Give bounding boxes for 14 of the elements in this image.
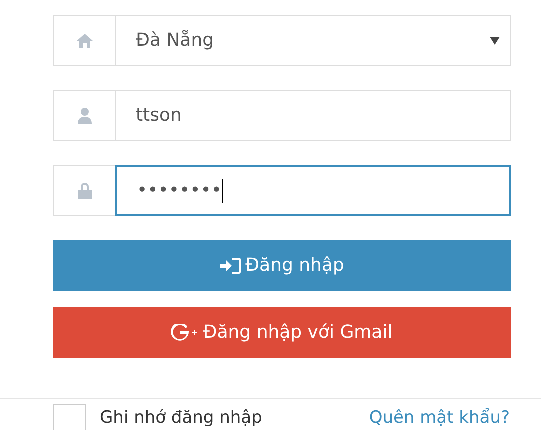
remember-checkbox[interactable] (53, 404, 86, 430)
sign-in-icon (220, 256, 242, 274)
google-plus-icon (171, 324, 200, 342)
password-field[interactable]: •••••••• (115, 165, 511, 216)
home-icon (76, 32, 94, 48)
forgot-password-link[interactable]: Quên mật khẩu? (369, 406, 510, 430)
remember-label: Ghi nhớ đăng nhập (100, 406, 262, 430)
lock-icon (76, 182, 92, 199)
city-select[interactable]: Đà Nẵng (115, 15, 511, 66)
username-field[interactable]: ttson (115, 90, 511, 141)
user-icon (76, 107, 92, 124)
login-button[interactable]: Đăng nhập (53, 240, 511, 291)
caret-icon (490, 36, 500, 44)
gmail-login-button[interactable]: Đăng nhập với Gmail (53, 307, 511, 358)
